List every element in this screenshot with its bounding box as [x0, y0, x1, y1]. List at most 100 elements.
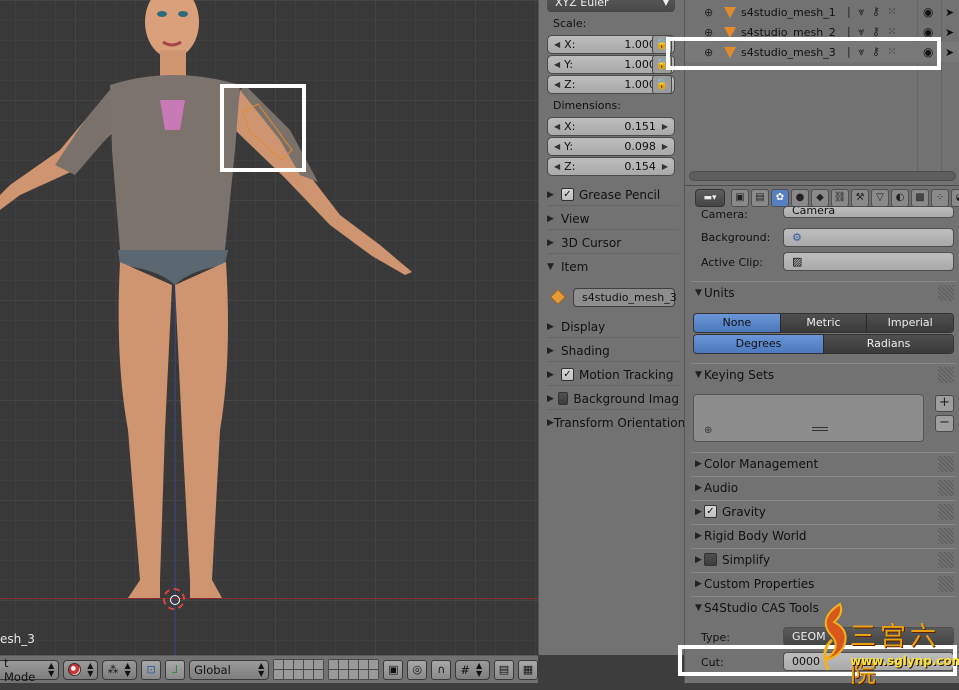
outliner-row-mesh-1[interactable]: ⊕ s4studio_mesh_1 | ⩔ ⚷ ⁙ ◉ ➤ [685, 2, 959, 22]
decrement-arrow-icon[interactable]: ◀ [554, 60, 560, 69]
grease-pencil-section[interactable]: ▶ ✓ Grease Pencil [547, 184, 679, 206]
display-section[interactable]: ▶ Display [547, 316, 679, 338]
unit-system-selector[interactable]: None Metric Imperial [693, 313, 954, 333]
panel-grip-icon[interactable] [938, 480, 954, 496]
physics-icon[interactable]: ◒ [951, 189, 959, 207]
cursor-arrow-icon[interactable]: ➤ [945, 26, 954, 39]
decrement-arrow-icon[interactable]: ◀ [554, 122, 560, 131]
constraints-chain-icon[interactable]: ⛓ [831, 189, 849, 207]
panel-grip-icon[interactable] [938, 285, 954, 301]
cursor-arrow-icon[interactable]: ➤ [945, 6, 954, 19]
panel-grip-icon[interactable] [938, 528, 954, 544]
transform-manipulator-button[interactable]: ⅃ [165, 659, 186, 680]
panel-grip-icon[interactable] [938, 576, 954, 592]
panel-grip-icon[interactable] [938, 367, 954, 383]
rotation-units-selector[interactable]: Degrees Radians [693, 334, 954, 354]
item-section[interactable]: ▼ Item [547, 256, 679, 278]
editor-type-dropdown[interactable]: ▬▾ [695, 189, 725, 207]
panel-grip-icon[interactable] [938, 456, 954, 472]
pivot-point-dropdown[interactable]: ⁂ ▲ ▼ [102, 659, 138, 680]
background-images-checkbox[interactable] [557, 392, 569, 405]
eye-icon[interactable]: ◉ [923, 5, 933, 19]
increment-arrow-icon[interactable]: ▶ [662, 162, 668, 171]
keying-sets-list[interactable]: ⊕ [693, 394, 924, 442]
audio-label: Audio [704, 480, 739, 495]
mode-dropdown-label: t Mode [4, 655, 36, 684]
keying-sets-section[interactable]: ▼ Keying Sets [691, 363, 956, 385]
gravity-section[interactable]: ▶ ✓ Gravity [691, 500, 956, 522]
motion-tracking-checkbox[interactable]: ✓ [561, 368, 574, 381]
3d-cursor[interactable] [163, 588, 185, 610]
object-name-field[interactable]: s4studio_mesh_3 [573, 288, 677, 307]
background-images-section[interactable]: ▶ Background Imag [547, 388, 679, 410]
simplify-section[interactable]: ▶ Simplify [691, 548, 956, 570]
panel-grip-icon[interactable] [938, 504, 954, 520]
decrement-arrow-icon[interactable]: ◀ [554, 40, 560, 49]
viewport-shading-dropdown[interactable]: ▲ ▼ [63, 659, 99, 680]
color-management-section[interactable]: ▶ Color Management [691, 452, 956, 474]
grease-pencil-checkbox[interactable]: ✓ [561, 188, 574, 201]
increment-arrow-icon[interactable]: ▶ [662, 142, 668, 151]
units-section[interactable]: ▼ Units [691, 281, 956, 303]
snap-toggle-button[interactable]: ∩ [431, 659, 452, 680]
transform-orientations-section[interactable]: ▶ Transform Orientation [547, 412, 684, 434]
render-animation-button[interactable]: ▦ [518, 659, 538, 680]
custom-properties-section[interactable]: ▶ Custom Properties [691, 572, 956, 594]
snap-element-dropdown[interactable]: # ▲ ▼ [455, 659, 490, 680]
rotation-mode-dropdown[interactable]: XYZ Euler ▼ [547, 0, 675, 12]
camera-field[interactable]: Camera [783, 206, 954, 218]
rotation-radians-option[interactable]: Radians [824, 335, 953, 353]
clip-icon: ▨ [792, 255, 803, 268]
dimension-y-field[interactable]: ◀ Y: 0.098 ▶ [547, 137, 675, 156]
layer-buttons-group-2[interactable] [328, 659, 380, 680]
object-tab-cube-icon[interactable]: ◆ [811, 189, 829, 207]
panel-grip-icon[interactable] [938, 552, 954, 568]
3d-cursor-section[interactable]: ▶ 3D Cursor [547, 232, 679, 254]
data-triangle-icon[interactable]: ▽ [871, 189, 889, 207]
rotation-degrees-option[interactable]: Degrees [694, 335, 824, 353]
scene-tab-icon[interactable]: ✿ [771, 189, 789, 207]
audio-section[interactable]: ▶ Audio [691, 476, 956, 498]
background-field[interactable]: ⚙ [783, 228, 954, 247]
gravity-checkbox[interactable]: ✓ [704, 505, 717, 518]
cursor-arrow-icon[interactable]: ➤ [945, 46, 954, 59]
proportional-edit-button[interactable]: ◎ [407, 659, 428, 680]
simplify-checkbox[interactable] [704, 553, 717, 566]
manipulator-toggle-button[interactable]: ⊡ [141, 659, 162, 680]
modifiers-wrench-icon[interactable]: ⚒ [851, 189, 869, 207]
world-tab-icon[interactable]: ● [791, 189, 809, 207]
type-label: Type: [701, 631, 730, 644]
render-tab-camera-icon[interactable]: ▣ [731, 189, 749, 207]
node-icon: ⚙ [792, 231, 802, 244]
outliner-highlight-frame [666, 37, 941, 70]
render-image-button[interactable]: ▤ [494, 659, 514, 680]
motion-tracking-section[interactable]: ▶ ✓ Motion Tracking [547, 364, 679, 386]
material-sphere-icon[interactable]: ◐ [891, 189, 909, 207]
mode-dropdown[interactable]: t Mode ▲ ▼ [0, 656, 60, 684]
resize-handle-icon[interactable] [812, 427, 828, 431]
dimension-x-field[interactable]: ◀ X: 0.151 ▶ [547, 117, 675, 136]
increment-arrow-icon[interactable]: ▶ [662, 122, 668, 131]
layer-buttons-group-1[interactable] [273, 659, 325, 680]
add-keying-set-button[interactable]: + [935, 395, 954, 412]
lock-scale-z-icon[interactable]: 🔓 [652, 75, 672, 94]
outliner-scrollbar[interactable] [689, 171, 956, 181]
expand-icon[interactable]: ⊕ [704, 6, 713, 19]
rigid-body-world-section[interactable]: ▶ Rigid Body World [691, 524, 956, 546]
active-clip-field[interactable]: ▨ [783, 252, 954, 271]
unit-none-option[interactable]: None [694, 314, 781, 332]
decrement-arrow-icon[interactable]: ◀ [554, 80, 560, 89]
lock-layers-button[interactable]: ▣ [383, 659, 404, 680]
unit-metric-option[interactable]: Metric [780, 314, 868, 332]
transform-orientation-dropdown[interactable]: Global ▲ ▼ [189, 659, 270, 680]
render-layers-icon[interactable]: ▤ [751, 189, 769, 207]
texture-checker-icon[interactable]: ▩ [911, 189, 929, 207]
particles-icon[interactable]: ⁘ [931, 189, 949, 207]
dimension-z-field[interactable]: ◀ Z: 0.154 ▶ [547, 157, 675, 176]
decrement-arrow-icon[interactable]: ◀ [554, 142, 560, 151]
remove-keying-set-button[interactable]: − [935, 415, 954, 432]
unit-imperial-option[interactable]: Imperial [867, 314, 953, 332]
view-section[interactable]: ▶ View [547, 208, 679, 230]
shading-section[interactable]: ▶ Shading [547, 340, 679, 362]
decrement-arrow-icon[interactable]: ◀ [554, 162, 560, 171]
